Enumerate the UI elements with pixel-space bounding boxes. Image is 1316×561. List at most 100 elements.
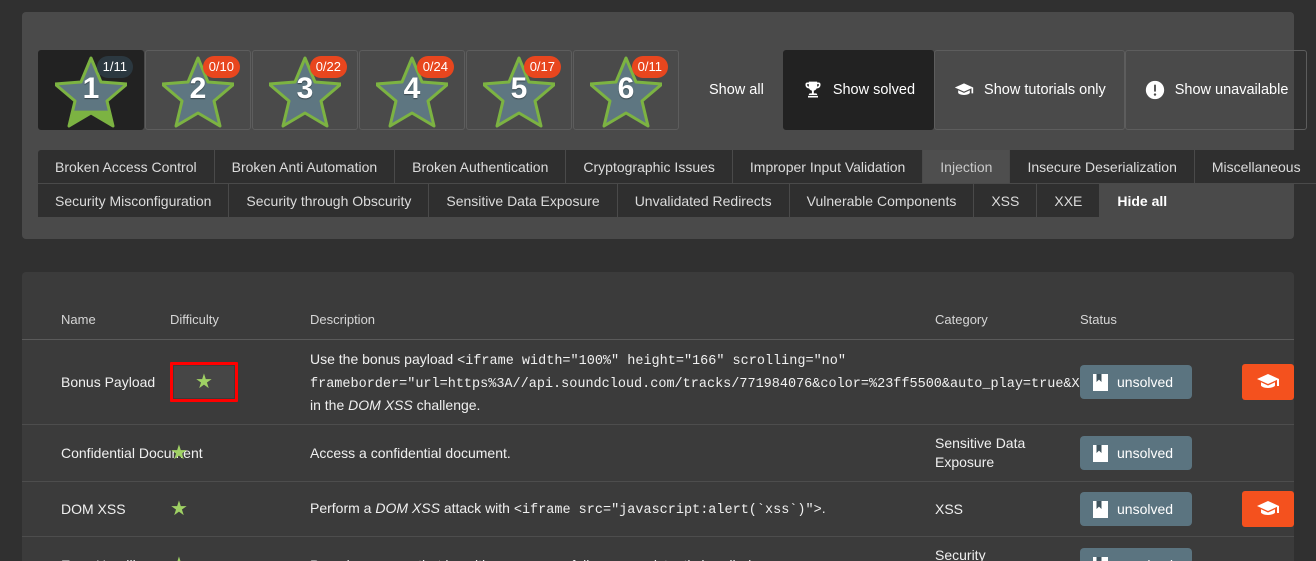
description-emphasis: DOM XSS [375, 499, 440, 516]
table-row[interactable]: Bonus Payload ★ Use the bonus payload <ifr… [22, 339, 1294, 425]
challenge-status: unsolved [1080, 424, 1294, 482]
score-tile-6[interactable]: 6 0/11 [573, 50, 679, 130]
description-text: in the [310, 397, 349, 413]
bookmark-page-icon [1093, 373, 1108, 391]
filter-button-label: Show solved [832, 82, 916, 98]
difficulty-annotation-box: ★ [170, 362, 238, 402]
filter-button-show-unavailable[interactable]: Show unavailable [1124, 50, 1308, 130]
filter-buttons: Show all Show solved Show tutorials only Sh… [690, 50, 1308, 130]
category-tab-broken-authentication[interactable]: Broken Authentication [395, 150, 567, 184]
category-tab-security-through-obscurity[interactable]: Security through Obscurity [229, 184, 430, 218]
description-text: Use the bonus payload [310, 351, 458, 367]
score-tile-number: 5 [510, 72, 528, 105]
table-row[interactable]: Error Handling★ Provoke an error that is … [22, 536, 1294, 561]
description-text: attack with [439, 499, 514, 516]
tutorial-button[interactable] [1242, 364, 1294, 400]
challenge-page: 1 1/11 2 0/10 3 0/22 4 0/24 5 0/17 6 0/1… [0, 0, 1316, 561]
trophy-icon [805, 81, 821, 98]
challenge-name: Error Handling [22, 536, 170, 561]
category-tab-broken-anti-automation[interactable]: Broken Anti Automation [214, 150, 396, 184]
challenge-difficulty: ★ [170, 339, 310, 425]
table-header-row: Name Difficulty Description Category Sta… [22, 272, 1294, 340]
description-code: <iframe src="javascript:alert(`xss`)"> [513, 502, 822, 518]
category-tabs: Broken Access Control Broken Anti Automat… [38, 150, 1316, 218]
table-row[interactable]: Confidential Document ★ Access a confident… [22, 424, 1294, 482]
filter-panel: 1 1/11 2 0/10 3 0/22 4 0/24 5 0/17 6 0/1… [22, 12, 1316, 239]
category-tab-improper-input-validation[interactable]: Improper Input Validation [732, 150, 924, 184]
bookmark-page-icon [1093, 444, 1108, 462]
bookmark-page-icon [1093, 556, 1108, 561]
score-tile-3[interactable]: 3 0/22 [252, 50, 358, 130]
category-tab-xss[interactable]: XSS [974, 184, 1038, 218]
difficulty-star-icon: ★ [195, 371, 213, 393]
tutorial-button[interactable] [1242, 491, 1294, 527]
difficulty-star-icon: ★ [170, 498, 188, 520]
category-tab-row-1: Broken Access Control Broken Anti Automat… [38, 150, 1316, 184]
score-tile-number: 4 [403, 72, 421, 105]
filter-button-label: Show all [709, 82, 764, 98]
description-text: Access a confidential document. [310, 445, 511, 461]
column-header-name[interactable]: Name [22, 272, 170, 340]
column-header-difficulty[interactable]: Difficulty [170, 272, 310, 340]
filter-button-show-tutorials-only[interactable]: Show tutorials only [934, 50, 1125, 130]
category-tab-broken-access-control[interactable]: Broken Access Control [38, 150, 215, 184]
table-body: Bonus Payload ★ Use the bonus payload <ifr… [22, 339, 1294, 561]
score-tile-4[interactable]: 4 0/24 [359, 50, 465, 130]
tutorial-placeholder [1192, 435, 1244, 471]
category-tab-miscellaneous[interactable]: Miscellaneous [1194, 150, 1316, 184]
star-graphic: 4 0/24 [376, 56, 454, 128]
exclamation-circle-icon [1145, 80, 1164, 100]
star-graphic: 6 0/11 [590, 56, 668, 128]
category-tab-sensitive-data-exposure[interactable]: Sensitive Data Exposure [429, 184, 618, 218]
difficulty-star-icon: ★ [170, 442, 188, 464]
category-tab-row-2: Security Misconfiguration Security throug… [38, 184, 1185, 218]
column-header-status[interactable]: Status [1080, 272, 1294, 340]
score-tile-1[interactable]: 1 1/11 [38, 50, 144, 130]
difficulty-star-icon: ★ [170, 555, 188, 561]
challenge-name: DOM XSS [22, 481, 170, 537]
status-label: unsolved [1117, 557, 1173, 561]
status-unsolved-button[interactable]: unsolved [1080, 436, 1192, 470]
category-tab-unvalidated-redirects[interactable]: Unvalidated Redirects [617, 184, 790, 218]
challenge-category: XSS [935, 481, 1080, 537]
score-tile-2[interactable]: 2 0/10 [145, 50, 251, 130]
challenge-table-panel: Name Difficulty Description Category Sta… [22, 272, 1294, 561]
filter-button-show-solved[interactable]: Show solved [782, 50, 935, 130]
category-tab-vulnerable-components[interactable]: Vulnerable Components [789, 184, 975, 218]
column-header-description[interactable]: Description [310, 272, 935, 340]
category-tab-injection[interactable]: Injection [923, 150, 1011, 184]
challenge-difficulty: ★ [170, 536, 310, 561]
score-tile-number: 3 [296, 72, 314, 105]
filter-button-show-all[interactable]: Show all [690, 50, 783, 130]
category-tab-cryptographic-issues[interactable]: Cryptographic Issues [566, 150, 733, 184]
description-emphasis: DOM XSS [348, 397, 413, 413]
column-header-category[interactable]: Category [935, 272, 1080, 340]
category-tab-xxe[interactable]: XXE [1037, 184, 1101, 218]
score-tile-number: 6 [617, 72, 635, 105]
table-row[interactable]: DOM XSS ★ Perform a DOM XSS attack with <i… [22, 481, 1294, 537]
star-graphic: 3 0/22 [269, 56, 347, 128]
challenge-status: unsolved [1080, 339, 1294, 425]
star-graphic: 2 0/10 [162, 56, 240, 128]
score-tile-5[interactable]: 5 0/17 [466, 50, 572, 130]
graduation-cap-icon [953, 80, 975, 100]
challenge-name: Confidential Document [22, 424, 203, 482]
score-tiles: 1 1/11 2 0/10 3 0/22 4 0/24 5 0/17 6 0/1… [38, 50, 680, 130]
filter-button-label: Show unavailable [1174, 82, 1289, 98]
filter-button-label: Show tutorials only [984, 82, 1106, 98]
star-graphic: 1 1/11 [55, 56, 133, 128]
score-tile-badge: 0/17 [523, 56, 561, 78]
tutorial-placeholder [1192, 547, 1244, 561]
challenge-status: unsolved [1080, 536, 1294, 561]
challenge-category: Security Misconfiguration [935, 536, 1080, 561]
category-tab-security-misconfiguration[interactable]: Security Misconfiguration [38, 184, 230, 218]
category-tab-hide-all[interactable]: Hide all [1100, 184, 1185, 218]
score-tile-number: 1 [82, 72, 100, 105]
status-label: unsolved [1117, 501, 1174, 517]
description-text: Perform a [310, 499, 376, 516]
status-unsolved-button[interactable]: unsolved [1080, 548, 1192, 561]
status-label: unsolved [1117, 374, 1174, 390]
status-unsolved-button[interactable]: unsolved [1080, 365, 1192, 399]
category-tab-insecure-deserialization[interactable]: Insecure Deserialization [1010, 150, 1195, 184]
status-unsolved-button[interactable]: unsolved [1080, 492, 1192, 526]
